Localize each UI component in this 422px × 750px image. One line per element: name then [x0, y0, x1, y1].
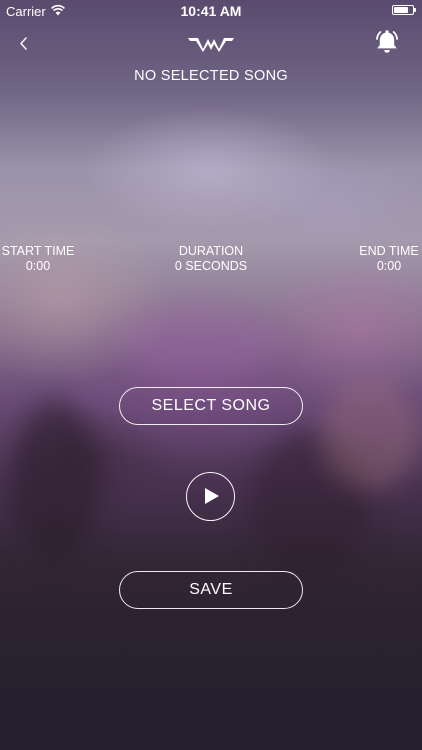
end-time-label: END TIME [359, 244, 419, 258]
end-time-value: 0:00 [376, 259, 402, 273]
bell-icon [376, 30, 398, 53]
start-time-block: START TIME 0:00 [0, 244, 76, 274]
selected-song-title: NO SELECTED SONG [134, 68, 288, 84]
alarm-button[interactable] [372, 27, 402, 57]
play-button[interactable] [186, 472, 235, 521]
start-time-value: 0:00 [25, 259, 51, 273]
duration-label: DURATION [178, 244, 244, 258]
back-button[interactable] [12, 30, 36, 56]
status-bar: Carrier 10:41 AM [0, 0, 422, 22]
battery-icon [392, 5, 416, 15]
duration-value: 0 SECONDS [174, 259, 248, 273]
start-time-label: START TIME [1, 244, 75, 258]
concert-background [0, 0, 422, 750]
clock: 10:41 AM [180, 3, 242, 19]
select-song-button[interactable]: SELECT SONG [119, 387, 303, 425]
play-icon [205, 488, 219, 504]
end-time-block: END TIME 0:00 [354, 244, 422, 274]
waveform-logo-icon [188, 38, 234, 52]
save-button[interactable]: SAVE [119, 571, 303, 609]
alarm-song-screen: Carrier 10:41 AM NO SELECTED SONG START … [0, 0, 422, 750]
battery-level [394, 7, 408, 13]
duration-block: DURATION 0 SECONDS [151, 244, 271, 274]
chevron-left-icon [20, 37, 27, 50]
